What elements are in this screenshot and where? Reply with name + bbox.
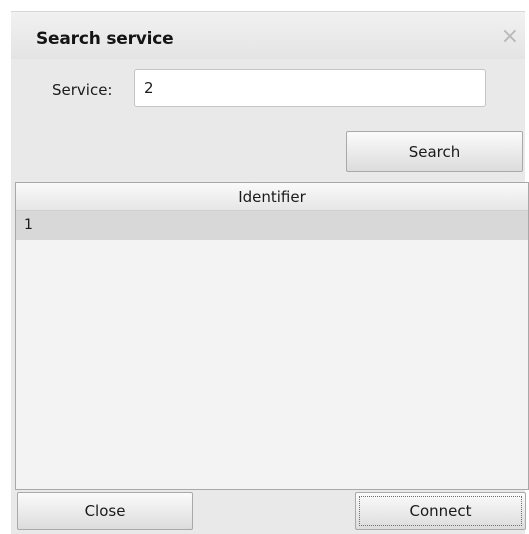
- close-button[interactable]: Close: [17, 492, 193, 530]
- results-table: Identifier 1: [15, 182, 529, 490]
- table-row[interactable]: 1: [16, 211, 528, 240]
- search-button[interactable]: Search: [346, 131, 523, 172]
- close-button-label: Close: [84, 502, 126, 520]
- service-label: Service:: [52, 81, 113, 99]
- title-bar: Search service ×: [11, 11, 525, 59]
- search-service-dialog: Search service × Service: Search Identif…: [0, 0, 529, 534]
- close-icon[interactable]: ×: [501, 26, 519, 48]
- dialog-title: Search service: [36, 29, 174, 49]
- table-cell-identifier: 1: [24, 217, 33, 233]
- column-header-identifier[interactable]: Identifier: [16, 183, 528, 211]
- connect-button-label: Connect: [409, 502, 472, 520]
- service-input[interactable]: [134, 69, 486, 107]
- search-button-label: Search: [408, 142, 461, 161]
- connect-button[interactable]: Connect: [355, 492, 526, 530]
